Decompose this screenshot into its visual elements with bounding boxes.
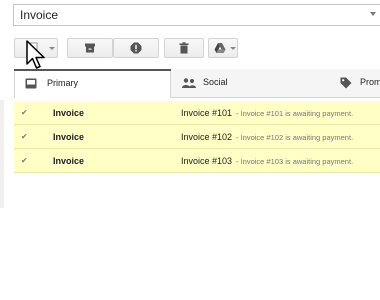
- move-to-caret-icon[interactable]: [230, 47, 236, 50]
- move-to-button[interactable]: [208, 38, 238, 58]
- select-dropdown-caret-icon[interactable]: [49, 47, 55, 50]
- tab-social-label: Social: [203, 77, 228, 87]
- category-tabs: Primary Social Prome: [14, 69, 380, 98]
- report-spam-button[interactable]: [113, 38, 159, 58]
- email-row[interactable]: ✔ Invoice Invoice #101 - Invoice #101 is…: [14, 101, 380, 125]
- search-value: Invoice: [20, 8, 59, 22]
- tag-icon: [340, 77, 352, 89]
- email-snippet: - Invoice #103 is awaiting payment.: [236, 157, 354, 166]
- email-sender: Invoice: [53, 108, 85, 118]
- checkbox-icon[interactable]: ✔: [21, 157, 29, 165]
- search-options-caret-icon[interactable]: [370, 12, 376, 16]
- checkbox-icon[interactable]: ✔: [21, 109, 29, 117]
- archive-icon: [85, 43, 95, 53]
- left-edge-divider: [0, 100, 4, 208]
- email-sender: Invoice: [53, 132, 85, 142]
- drive-icon: [214, 43, 226, 53]
- inbox-icon: [25, 78, 37, 89]
- email-sender: Invoice: [53, 156, 85, 166]
- search-input[interactable]: Invoice: [13, 4, 380, 26]
- email-row[interactable]: ✔ Invoice Invoice #102 - Invoice #102 is…: [14, 125, 380, 149]
- tab-primary[interactable]: Primary: [14, 69, 171, 98]
- archive-button[interactable]: [67, 38, 113, 58]
- email-list: ✔ Invoice Invoice #101 - Invoice #101 is…: [14, 101, 380, 173]
- email-subject: Invoice #102: [181, 132, 233, 142]
- report-spam-icon: [130, 42, 142, 54]
- checkbox-icon[interactable]: ✔: [21, 133, 29, 141]
- email-subject: Invoice #103: [181, 156, 233, 166]
- trash-icon: [179, 42, 189, 54]
- tab-promotions[interactable]: Prome: [329, 69, 380, 97]
- people-icon: [182, 78, 196, 88]
- email-snippet: - Invoice #101 is awaiting payment.: [236, 109, 354, 118]
- mouse-cursor-icon: [26, 40, 45, 69]
- email-subject: Invoice #101: [181, 108, 233, 118]
- tab-social[interactable]: Social: [171, 69, 329, 97]
- tab-promotions-label: Prome: [360, 77, 380, 87]
- tab-primary-label: Primary: [47, 78, 78, 88]
- delete-button[interactable]: [164, 38, 204, 58]
- email-snippet: - Invoice #102 is awaiting payment.: [236, 133, 354, 142]
- email-row[interactable]: ✔ Invoice Invoice #103 - Invoice #103 is…: [14, 149, 380, 173]
